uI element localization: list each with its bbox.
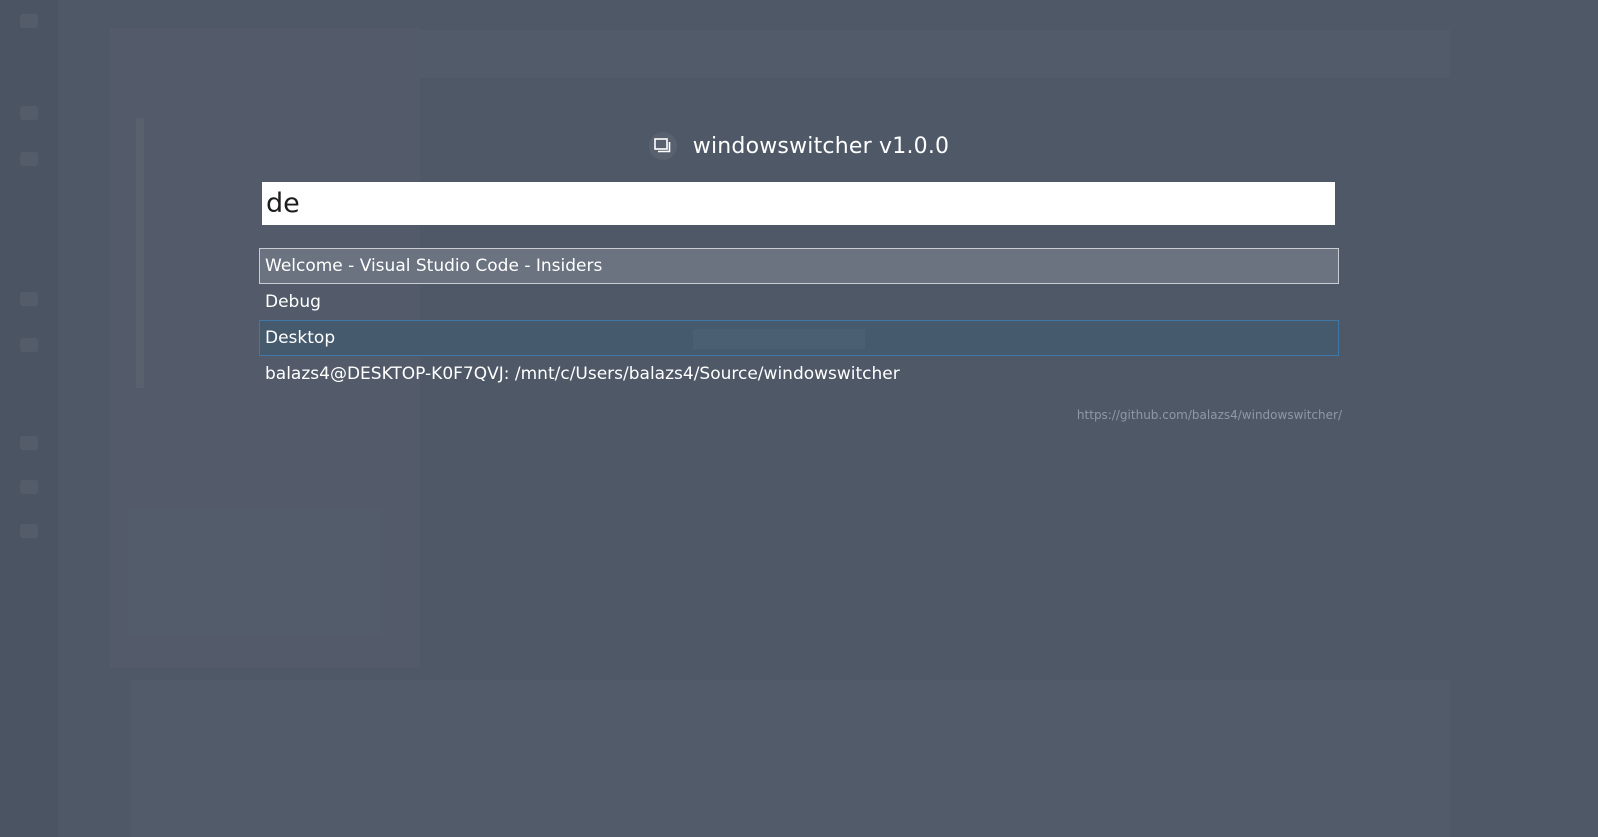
- switcher-header: windowswitcher v1.0.0: [0, 128, 1598, 164]
- result-item-desktop[interactable]: Desktop: [259, 320, 1339, 356]
- app-title: windowswitcher v1.0.0: [692, 133, 950, 159]
- result-item-debug[interactable]: Debug: [259, 284, 1339, 320]
- background-tooltip: [693, 329, 865, 349]
- background-icon: [20, 436, 38, 450]
- repo-link[interactable]: https://github.com/balazs4/windowswitche…: [1077, 408, 1342, 422]
- background-icon: [20, 524, 38, 538]
- background-panel: [130, 680, 1450, 837]
- result-item-welcome-vscode[interactable]: Welcome - Visual Studio Code - Insiders: [259, 248, 1339, 284]
- window-results-list: Welcome - Visual Studio Code - Insiders …: [259, 248, 1339, 392]
- result-item-label: balazs4@DESKTOP-K0F7QVJ: /mnt/c/Users/ba…: [265, 364, 900, 384]
- result-item-label: Debug: [265, 292, 321, 312]
- background-icon: [20, 14, 38, 28]
- background-icon: [20, 338, 38, 352]
- background-icon: [20, 292, 38, 306]
- background-activity-bar: [0, 0, 58, 837]
- search-input[interactable]: [262, 182, 1335, 225]
- background-editor-tabs: [420, 30, 1450, 78]
- result-item-label: Desktop: [265, 328, 336, 348]
- window-stack-icon: [648, 132, 677, 160]
- background-icon: [20, 106, 38, 120]
- result-item-terminal[interactable]: balazs4@DESKTOP-K0F7QVJ: /mnt/c/Users/ba…: [259, 356, 1339, 392]
- result-item-label: Welcome - Visual Studio Code - Insiders: [265, 256, 603, 276]
- background-icon: [20, 480, 38, 494]
